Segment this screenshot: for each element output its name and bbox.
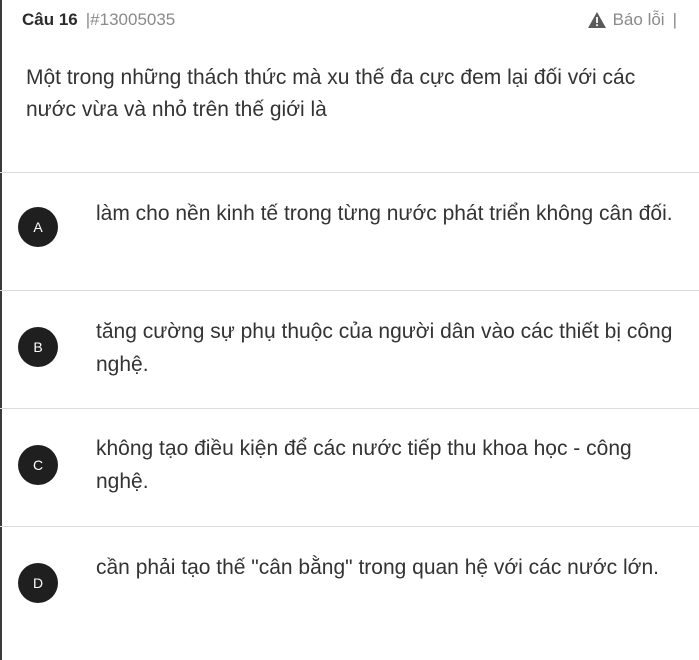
question-number: Câu 16 [22, 10, 78, 29]
option-a-text: làm cho nền kinh tế trong từng nước phát… [96, 202, 673, 225]
option-a[interactable]: A làm cho nền kinh tế trong từng nước ph… [0, 173, 699, 290]
question-header: Câu 16 |#13005035 Báo lỗi | [22, 8, 677, 32]
option-d-text: cần phải tạo thế "cân bằng" trong quan h… [96, 556, 659, 579]
question-id: |#13005035 [85, 10, 176, 29]
option-c-badge: C [18, 445, 58, 485]
option-d-badge: D [18, 563, 58, 603]
option-b[interactable]: B tăng cường sự phụ thuộc của người dân … [0, 291, 699, 408]
option-b-badge: B [18, 327, 58, 367]
option-d[interactable]: D cần phải tạo thế "cân bằng" trong quan… [0, 527, 699, 647]
option-a-badge: A [18, 207, 58, 247]
report-error-label: Báo lỗi [612, 10, 665, 29]
option-c-text: không tạo điều kiện để các nước tiếp thu… [96, 437, 632, 493]
question-text: Một trong những thách thức mà xu thế đa … [26, 66, 636, 121]
option-b-text: tăng cường sự phụ thuộc của người dân và… [96, 320, 673, 376]
warning-triangle-icon [587, 12, 606, 28]
option-c[interactable]: C không tạo điều kiện để các nước tiếp t… [0, 409, 699, 526]
header-separator: | [672, 10, 677, 29]
report-error-button[interactable]: Báo lỗi | [587, 10, 677, 30]
